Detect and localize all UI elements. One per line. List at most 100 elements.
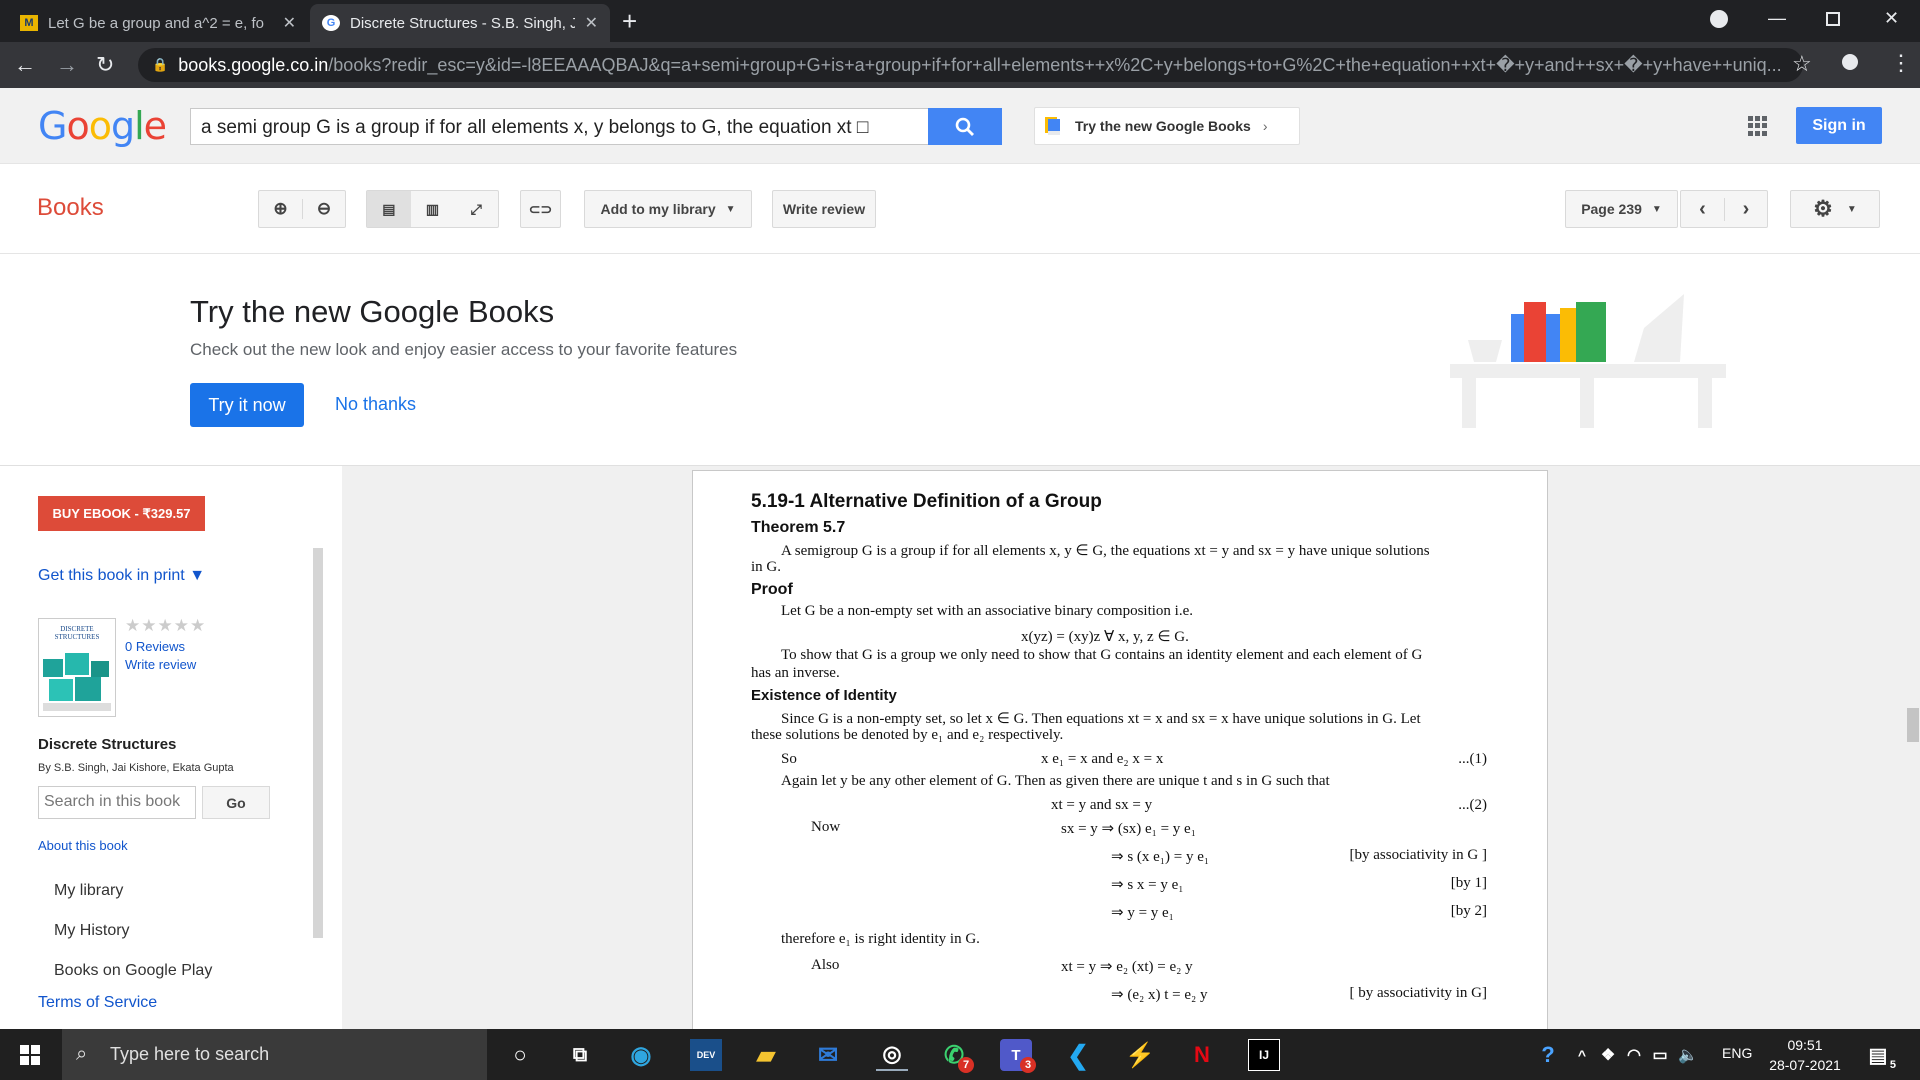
theorem-heading: Theorem 5.7 [751,519,846,536]
subheading: Existence of Identity [751,687,897,704]
lock-icon: 🔒 [152,57,169,72]
body-text: Now [811,819,841,835]
google-favicon-icon: G [322,15,340,31]
search-in-book-input[interactable]: Search in this book [38,786,196,819]
search-button[interactable] [928,108,1002,145]
fullscreen-icon[interactable]: ⤢ [454,201,498,218]
link-icon[interactable]: ⊂⊃ [520,190,561,228]
dev-app-icon[interactable]: DEV [690,1039,722,1071]
book-cover[interactable]: DISCRETE STRUCTURES [38,618,116,717]
my-history-link[interactable]: My History [54,922,130,940]
close-window-icon[interactable]: ✕ [1884,8,1899,29]
close-tab-icon[interactable]: ✕ [283,13,296,33]
edge-icon[interactable]: ◉ [625,1039,657,1071]
help-icon[interactable]: ? [1532,1039,1564,1071]
bolt-app-icon[interactable]: ⚡ [1124,1039,1156,1071]
single-page-icon[interactable]: ▤ [367,191,411,227]
viewer-scrollbar[interactable] [1907,708,1919,742]
netflix-icon[interactable]: N [1186,1039,1218,1071]
teams-icon[interactable]: T 3 [1000,1039,1036,1073]
notifications-icon[interactable]: ▤ 5 [1862,1039,1896,1072]
windows-start-icon[interactable] [14,1039,46,1071]
minimize-icon[interactable]: — [1768,8,1786,29]
book-viewer: 5.19-1 Alternative Definition of a Group… [342,466,1920,1029]
search-input[interactable]: a semi group G is a group if for all ele… [190,108,930,145]
browser-tab[interactable]: M Let G be a group and a^2 = e, fo ✕ [8,4,308,42]
promo-banner: Try the new Google Books Check out the n… [0,254,1920,466]
books-label[interactable]: Books [37,194,104,222]
settings-button[interactable]: ⚙ ▼ [1790,190,1880,228]
taskbar-clock[interactable]: 09:51 28-07-2021 [1760,1035,1850,1075]
taskbar-search[interactable]: ⌕ Type here to search [62,1029,487,1080]
whatsapp-icon[interactable]: ✆ 7 [938,1039,974,1073]
mail-icon[interactable]: ✉ [812,1039,844,1071]
section-heading: 5.19-1 Alternative Definition of a Group [751,491,1102,512]
write-review-link[interactable]: Write review [125,656,196,674]
no-thanks-link[interactable]: No thanks [335,394,416,415]
google-header: Google a semi group G is a group if for … [0,88,1920,164]
previous-page-icon[interactable]: ‹ [1681,198,1724,221]
back-icon[interactable]: ← [14,52,36,78]
sidebar-scrollbar[interactable] [313,548,323,938]
file-explorer-icon[interactable]: ▰ [750,1039,782,1071]
theorem-text: in G. [751,559,781,575]
menu-icon[interactable]: ⋮ [1890,50,1912,76]
buy-ebook-button[interactable]: BUY EBOOK - ₹329.57 [38,496,205,531]
volume-icon[interactable]: 🔈 [1672,1039,1704,1071]
book-authors: By S.B. Singh, Jai Kishore, Ekata Gupta [38,762,234,774]
profile-dropdown-icon[interactable] [1710,10,1728,28]
forward-icon[interactable]: → [56,52,78,78]
task-view-icon[interactable]: ⧉ [564,1039,596,1071]
language-indicator[interactable]: ENG [1722,1045,1752,1061]
apps-grid-icon[interactable] [1748,116,1768,136]
page-select[interactable]: Page 239 ▼ [1565,190,1678,228]
address-bar[interactable]: 🔒 books.google.co.in /books?redir_esc=y&… [138,48,1803,82]
browser-tab-active[interactable]: G Discrete Structures - S.B. Singh, J ✕ [310,4,610,42]
google-play-link[interactable]: Books on Google Play [54,962,212,980]
logo-letter: G [38,104,67,148]
equation-reason: [ by associativity in G] [1349,985,1487,1001]
body-text: Since G is a non-empty set, so let x ∈ G… [781,711,1421,727]
about-book-link[interactable]: About this book [38,838,128,853]
cortana-icon[interactable]: ○ [504,1039,536,1071]
vscode-icon[interactable]: ❮ [1062,1039,1094,1071]
add-to-library-button[interactable]: Add to my library ▼ [584,190,752,228]
next-page-icon[interactable]: › [1723,197,1767,221]
bookmark-star-icon[interactable]: ☆ [1792,51,1812,77]
proof-text: Let G be a non-empty set with an associa… [781,603,1193,619]
write-review-button[interactable]: Write review [772,190,876,228]
equation: xt = y and sx = y [1051,797,1153,813]
my-library-link[interactable]: My library [54,882,123,900]
account-icon[interactable] [1842,54,1858,70]
terms-of-service-link[interactable]: Terms of Service [38,994,157,1012]
zoom-out-icon[interactable]: ⊖ [301,199,345,219]
tab-title: Let G be a group and a^2 = e, fo [48,14,264,32]
intellij-icon[interactable]: IJ [1248,1039,1280,1071]
new-tab-icon[interactable]: + [622,6,637,37]
reload-icon[interactable]: ↻ [96,52,114,78]
close-tab-icon[interactable]: ✕ [585,13,598,33]
logo-letter: o [66,104,89,148]
equation-tag: ...(2) [1458,797,1487,813]
dropdown-arrow-icon: ▼ [1846,203,1857,215]
equation: xt = y ⇒ e₂ (xt) = e₂ y [1061,959,1193,975]
sign-in-button[interactable]: Sign in [1796,107,1882,144]
equation: ⇒ s x = y e₁ [1111,877,1184,893]
equation: x e₁ = x and e₂ x = x [1041,751,1164,767]
chrome-icon[interactable]: ◎ [876,1039,908,1071]
go-button[interactable]: Go [202,786,270,819]
try-new-books-chip[interactable]: Try the new Google Books › [1034,107,1300,145]
logo-letter: e [143,104,167,148]
page-nav-group: ‹ › [1680,190,1768,228]
try-it-now-button[interactable]: Try it now [190,383,304,427]
restore-icon[interactable] [1826,12,1840,26]
url-host: books.google.co.in [178,54,329,75]
try-new-books-label: Try the new Google Books [1075,118,1251,134]
google-logo[interactable]: Google [38,104,167,148]
body-text: Again let y be any other element of G. T… [781,773,1330,789]
get-print-link[interactable]: Get this book in print ▼ [38,567,205,585]
zoom-in-icon[interactable]: ⊕ [259,199,302,219]
tab-title: Discrete Structures - S.B. Singh, J [350,14,575,32]
reviews-count-link[interactable]: 0 Reviews [125,638,196,656]
two-page-icon[interactable]: ▥ [411,201,455,218]
